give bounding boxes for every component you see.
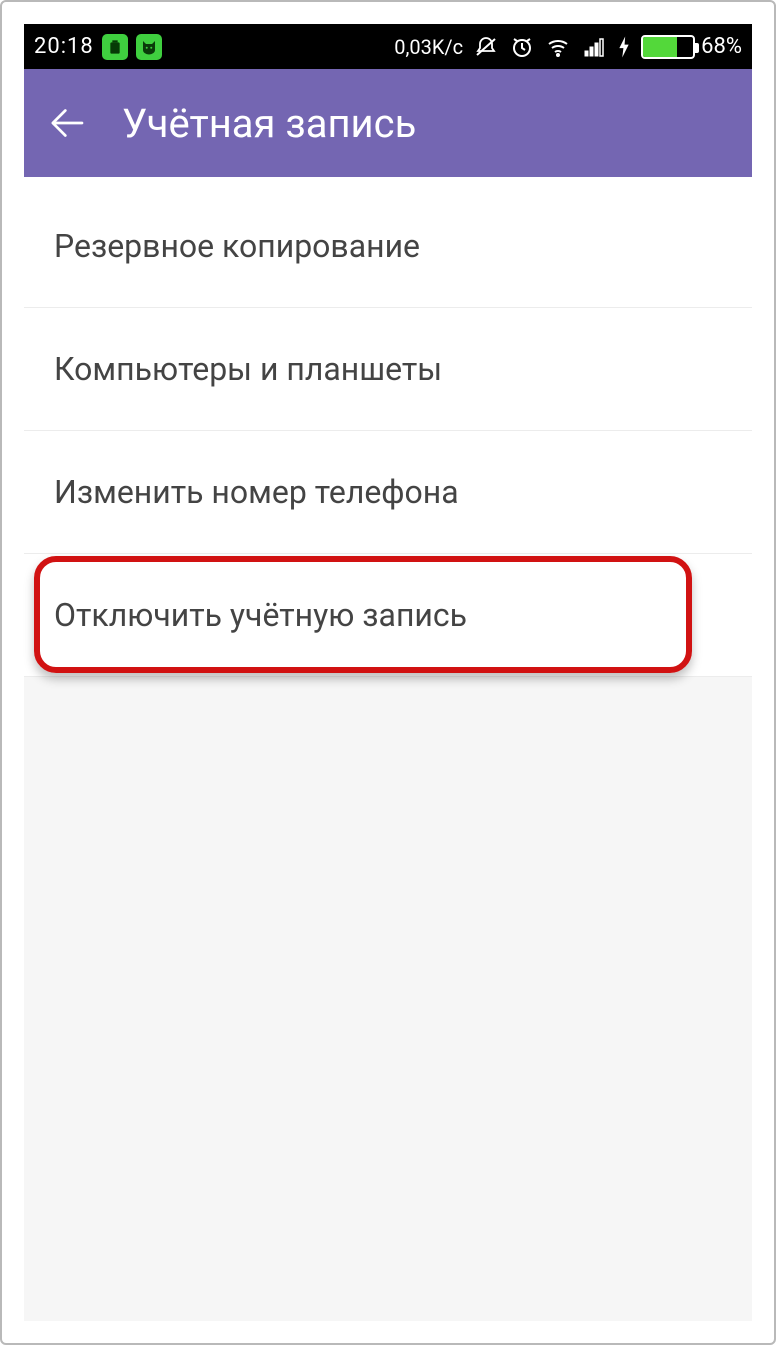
battery-icon	[641, 35, 695, 59]
screen: 20:18 0,03K/c	[24, 24, 752, 1321]
app-bar: Учётная запись	[24, 69, 752, 177]
battery-indicator: 68%	[641, 34, 742, 59]
menu-item-change-phone[interactable]: Изменить номер телефона	[24, 431, 752, 554]
dnd-icon	[473, 34, 499, 60]
charging-icon	[617, 35, 631, 59]
menu-item-label: Изменить номер телефона	[54, 473, 459, 511]
signal-icon	[581, 34, 607, 60]
device-frame: 20:18 0,03K/c	[0, 0, 776, 1345]
data-speed: 0,03K/c	[394, 35, 463, 59]
status-bar-right: 0,03K/c	[394, 34, 742, 60]
app-notification-icon	[136, 34, 162, 60]
page-title: Учётная запись	[122, 100, 416, 147]
status-bar: 20:18 0,03K/c	[24, 24, 752, 69]
battery-saver-icon	[102, 34, 128, 60]
menu-item-deactivate-account[interactable]: Отключить учётную запись	[24, 554, 752, 677]
menu-item-desktops-tablets[interactable]: Компьютеры и планшеты	[24, 308, 752, 431]
status-bar-left: 20:18	[34, 34, 162, 60]
menu-item-label: Резервное копирование	[54, 227, 420, 265]
battery-fill	[643, 37, 677, 57]
status-bar-time: 20:18	[34, 34, 94, 59]
menu-item-label: Отключить учётную запись	[54, 596, 467, 634]
menu-item-label: Компьютеры и планшеты	[54, 350, 442, 388]
wifi-icon	[545, 34, 571, 60]
arrow-left-icon	[47, 103, 87, 143]
back-button[interactable]	[46, 102, 88, 144]
alarm-icon	[509, 34, 535, 60]
menu-item-backup[interactable]: Резервное копирование	[24, 177, 752, 308]
settings-list: Резервное копирование Компьютеры и планш…	[24, 177, 752, 1321]
battery-percent: 68%	[701, 34, 742, 59]
